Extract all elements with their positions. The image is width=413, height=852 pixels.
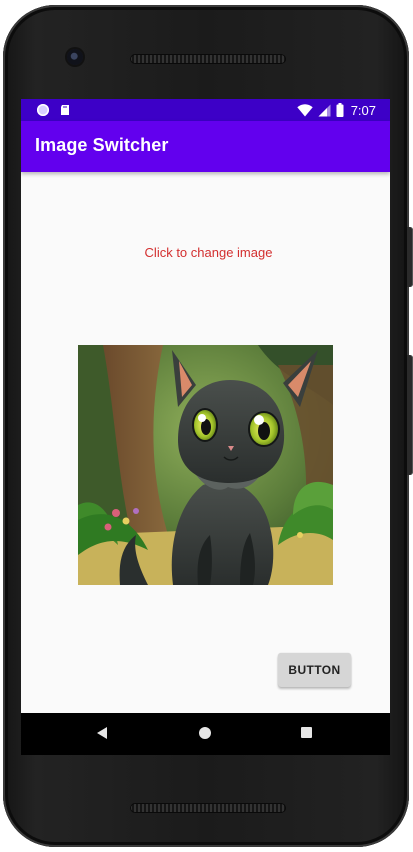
- device-screen: 7:07 Image Switcher Click to change imag…: [21, 99, 390, 713]
- wifi-icon: [296, 103, 313, 116]
- power-button[interactable]: [407, 227, 413, 287]
- status-bar: 7:07: [21, 99, 390, 121]
- home-icon[interactable]: [199, 727, 211, 739]
- image-switcher[interactable]: [78, 345, 333, 585]
- cell-signal-icon: [318, 104, 331, 116]
- app-title: Image Switcher: [35, 135, 169, 155]
- volume-button[interactable]: [407, 355, 413, 475]
- bottom-speaker-grille: [130, 803, 286, 813]
- back-icon[interactable]: [97, 727, 107, 739]
- notification-circle-icon: [37, 104, 49, 116]
- navigation-bar: [21, 713, 390, 755]
- battery-icon: [336, 103, 344, 117]
- black-kitten-in-forest-image: [78, 345, 333, 585]
- app-bar: Image Switcher: [21, 121, 390, 172]
- hint-text: Click to change image: [144, 245, 273, 260]
- status-time: 7:07: [350, 102, 376, 118]
- sd-card-icon: [61, 105, 69, 115]
- front-camera-icon: [67, 49, 83, 65]
- action-button[interactable]: BUTTON: [278, 653, 351, 687]
- status-right-group: 7:07: [296, 102, 376, 118]
- top-speaker-grille: [130, 54, 286, 64]
- recents-icon[interactable]: [301, 727, 312, 738]
